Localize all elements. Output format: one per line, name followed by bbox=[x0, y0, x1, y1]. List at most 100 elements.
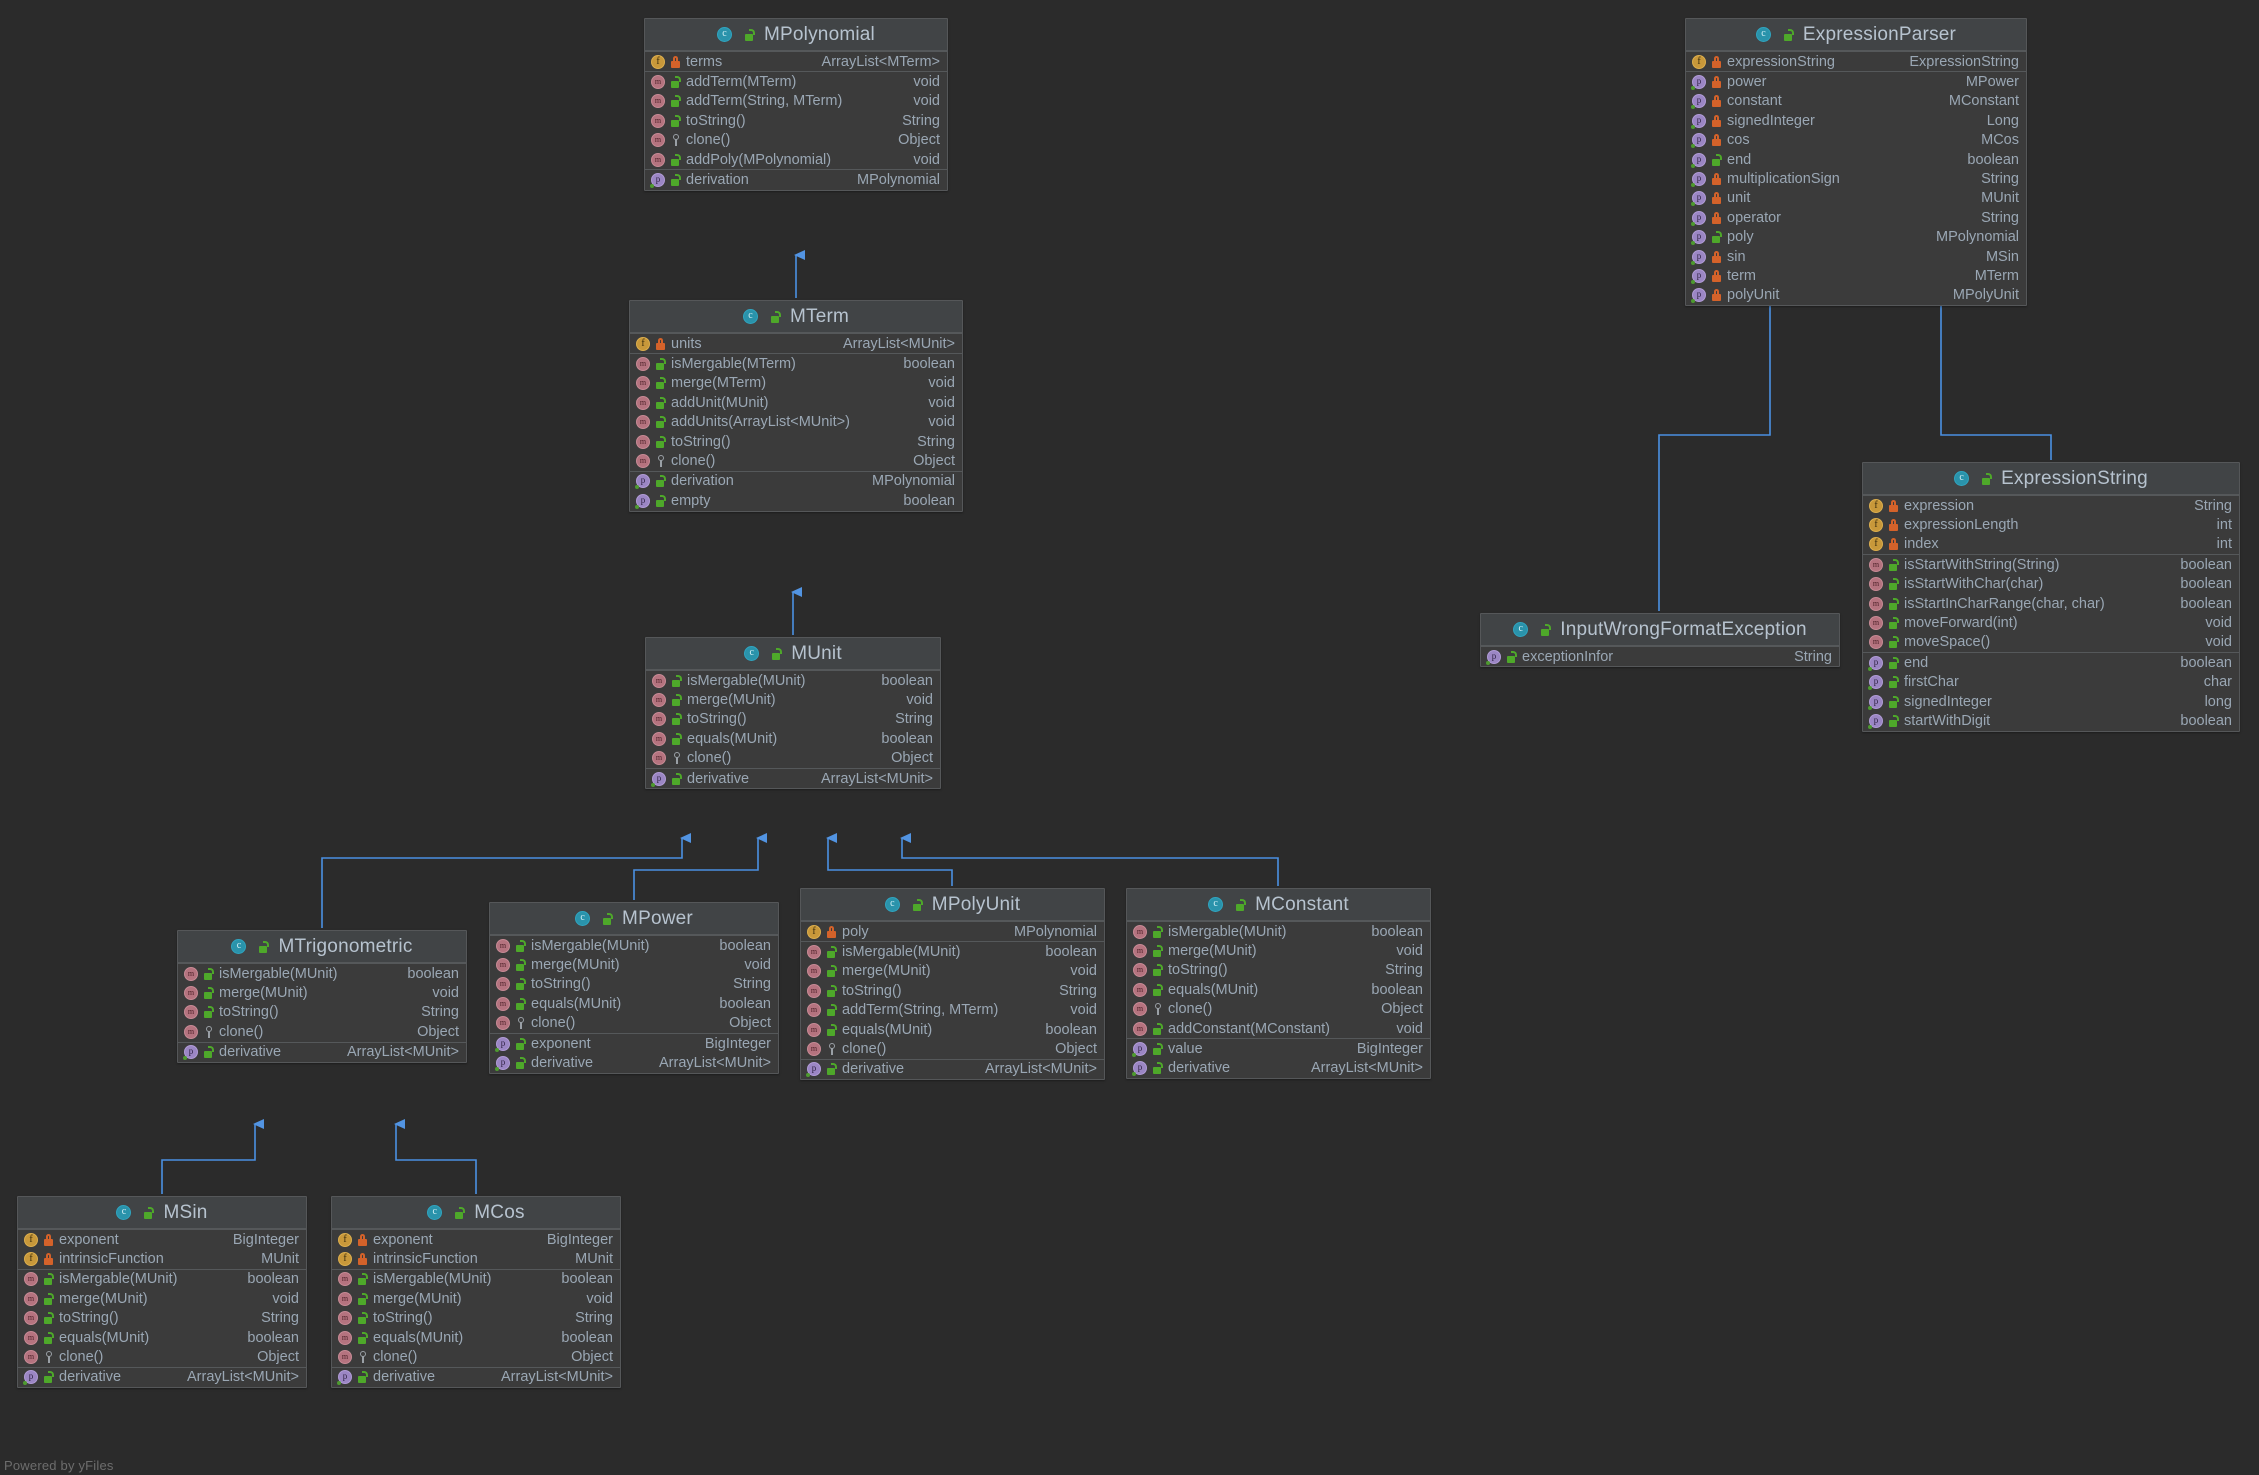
member-row[interactable]: power MPower bbox=[1686, 72, 2026, 91]
member-row[interactable]: toString() String bbox=[1127, 961, 1430, 980]
member-row[interactable]: expressionString ExpressionString bbox=[1686, 52, 2026, 71]
member-row[interactable]: units ArrayList<MUnit> bbox=[630, 334, 962, 353]
member-row[interactable]: signedInteger Long bbox=[1686, 111, 2026, 130]
member-row[interactable]: equals(MUnit) boolean bbox=[1127, 980, 1430, 999]
member-row[interactable]: toString() String bbox=[801, 981, 1104, 1000]
member-row[interactable]: isMergable(MUnit) boolean bbox=[332, 1270, 620, 1289]
uml-class-inputwrongformatexception[interactable]: InputWrongFormatException exceptionInfor S… bbox=[1480, 613, 1840, 668]
member-row[interactable]: equals(MUnit) boolean bbox=[332, 1328, 620, 1347]
member-row[interactable]: toString() String bbox=[178, 1003, 466, 1022]
member-row[interactable]: derivative ArrayList<MUnit> bbox=[490, 1053, 778, 1072]
member-row[interactable]: poly MPolynomial bbox=[801, 922, 1104, 941]
member-row[interactable]: index int bbox=[1863, 535, 2239, 554]
member-row[interactable]: isMergable(MUnit) boolean bbox=[1127, 922, 1430, 941]
class-header-expressionparser[interactable]: ExpressionParser bbox=[1686, 19, 2026, 51]
member-row[interactable]: clone() Object bbox=[646, 749, 940, 768]
member-row[interactable]: addTerm(String, MTerm) void bbox=[801, 1001, 1104, 1020]
member-row[interactable]: poly MPolynomial bbox=[1686, 228, 2026, 247]
member-row[interactable]: exponent BigInteger bbox=[490, 1034, 778, 1053]
member-row[interactable]: clone() Object bbox=[490, 1014, 778, 1033]
member-row[interactable]: addTerm(String, MTerm) void bbox=[645, 92, 947, 111]
member-row[interactable]: derivative ArrayList<MUnit> bbox=[801, 1060, 1104, 1079]
member-row[interactable]: value BigInteger bbox=[1127, 1039, 1430, 1058]
member-row[interactable]: equals(MUnit) boolean bbox=[646, 729, 940, 748]
class-header-mpolynomial[interactable]: MPolynomial bbox=[645, 19, 947, 51]
class-header-msin[interactable]: MSin bbox=[18, 1197, 306, 1229]
member-row[interactable]: polyUnit MPolyUnit bbox=[1686, 286, 2026, 305]
member-row[interactable]: multiplicationSign String bbox=[1686, 169, 2026, 188]
member-row[interactable]: derivation MPolynomial bbox=[630, 472, 962, 491]
class-header-mtrigonometric[interactable]: MTrigonometric bbox=[178, 931, 466, 963]
member-row[interactable]: startWithDigit boolean bbox=[1863, 711, 2239, 730]
class-header-inputwrongformatexception[interactable]: InputWrongFormatException bbox=[1481, 614, 1839, 646]
member-row[interactable]: derivative ArrayList<MUnit> bbox=[646, 769, 940, 788]
member-row[interactable]: derivative ArrayList<MUnit> bbox=[332, 1368, 620, 1387]
member-row[interactable]: terms ArrayList<MTerm> bbox=[645, 52, 947, 71]
member-row[interactable]: isMergable(MTerm) boolean bbox=[630, 354, 962, 373]
member-row[interactable]: isMergable(MUnit) boolean bbox=[178, 964, 466, 983]
uml-class-expressionstring[interactable]: ExpressionStringexpressionStringexpressi… bbox=[1862, 462, 2240, 732]
member-row[interactable]: isStartWithChar(char) boolean bbox=[1863, 575, 2239, 594]
member-row[interactable]: exceptionInfor String bbox=[1481, 647, 1839, 666]
member-row[interactable]: isStartWithString(String) boolean bbox=[1863, 555, 2239, 574]
uml-class-mconstant[interactable]: MConstantisMergable(MUnit)booleanmerge(M… bbox=[1126, 888, 1431, 1080]
member-row[interactable]: isMergable(MUnit) boolean bbox=[490, 936, 778, 955]
member-row[interactable]: merge(MUnit) void bbox=[1127, 941, 1430, 960]
member-row[interactable]: isStartInCharRange(char, char) boolean bbox=[1863, 594, 2239, 613]
member-row[interactable]: term MTerm bbox=[1686, 266, 2026, 285]
member-row[interactable]: isMergable(MUnit) boolean bbox=[18, 1270, 306, 1289]
member-row[interactable]: end boolean bbox=[1863, 653, 2239, 672]
member-row[interactable]: unit MUnit bbox=[1686, 189, 2026, 208]
member-row[interactable]: moveForward(int) void bbox=[1863, 613, 2239, 632]
member-row[interactable]: equals(MUnit) boolean bbox=[490, 994, 778, 1013]
member-row[interactable]: constant MConstant bbox=[1686, 92, 2026, 111]
uml-class-mcos[interactable]: MCos exponent BigInteger intrinsicFunction M… bbox=[331, 1196, 621, 1389]
member-row[interactable]: moveSpace() void bbox=[1863, 633, 2239, 652]
member-row[interactable]: addUnit(MUnit) void bbox=[630, 393, 962, 412]
member-row[interactable]: end boolean bbox=[1686, 150, 2026, 169]
class-header-munit[interactable]: MUnit bbox=[646, 638, 940, 670]
member-row[interactable]: exponent BigInteger bbox=[18, 1230, 306, 1249]
class-header-mterm[interactable]: MTerm bbox=[630, 301, 962, 333]
member-row[interactable]: empty boolean bbox=[630, 491, 962, 510]
member-row[interactable]: merge(MTerm) void bbox=[630, 374, 962, 393]
class-header-mcos[interactable]: MCos bbox=[332, 1197, 620, 1229]
member-row[interactable]: derivation MPolynomial bbox=[645, 170, 947, 189]
member-row[interactable]: clone() Object bbox=[630, 451, 962, 470]
member-row[interactable]: intrinsicFunction MUnit bbox=[332, 1249, 620, 1268]
member-row[interactable]: intrinsicFunction MUnit bbox=[18, 1249, 306, 1268]
member-row[interactable]: clone() Object bbox=[178, 1022, 466, 1041]
member-row[interactable]: toString() String bbox=[18, 1309, 306, 1328]
class-header-mconstant[interactable]: MConstant bbox=[1127, 889, 1430, 921]
member-row[interactable]: operator String bbox=[1686, 208, 2026, 227]
uml-class-mtrigonometric[interactable]: MTrigonometricisMergable(MUnit)booleanme… bbox=[177, 930, 467, 1063]
member-row[interactable]: equals(MUnit) boolean bbox=[18, 1328, 306, 1347]
uml-class-mpolyunit[interactable]: MPolyUnitpolyMPolynomialisMergable(MUnit… bbox=[800, 888, 1105, 1081]
class-header-mpower[interactable]: MPower bbox=[490, 903, 778, 935]
member-row[interactable]: addTerm(MTerm) void bbox=[645, 72, 947, 91]
member-row[interactable]: derivative ArrayList<MUnit> bbox=[178, 1043, 466, 1062]
member-row[interactable]: toString() String bbox=[490, 975, 778, 994]
member-row[interactable]: addPoly(MPolynomial) void bbox=[645, 150, 947, 169]
member-row[interactable]: isMergable(MUnit) boolean bbox=[801, 942, 1104, 961]
member-row[interactable]: sin MSin bbox=[1686, 247, 2026, 266]
member-row[interactable]: derivative ArrayList<MUnit> bbox=[1127, 1059, 1430, 1078]
member-row[interactable]: merge(MUnit) void bbox=[178, 983, 466, 1002]
member-row[interactable]: toString() String bbox=[646, 710, 940, 729]
member-row[interactable]: clone() Object bbox=[1127, 1000, 1430, 1019]
class-header-expressionstring[interactable]: ExpressionString bbox=[1863, 463, 2239, 495]
member-row[interactable]: toString() String bbox=[645, 111, 947, 130]
member-row[interactable]: toString() String bbox=[630, 432, 962, 451]
member-row[interactable]: merge(MUnit) void bbox=[490, 955, 778, 974]
member-row[interactable]: toString() String bbox=[332, 1309, 620, 1328]
member-row[interactable]: clone() Object bbox=[645, 131, 947, 150]
member-row[interactable]: expression String bbox=[1863, 496, 2239, 515]
member-row[interactable]: firstChar char bbox=[1863, 673, 2239, 692]
member-row[interactable]: isMergable(MUnit) boolean bbox=[646, 671, 940, 690]
member-row[interactable]: addUnits(ArrayList<MUnit>) void bbox=[630, 413, 962, 432]
member-row[interactable]: expressionLength int bbox=[1863, 515, 2239, 534]
member-row[interactable]: merge(MUnit) void bbox=[18, 1289, 306, 1308]
member-row[interactable]: equals(MUnit) boolean bbox=[801, 1020, 1104, 1039]
member-row[interactable]: clone() Object bbox=[332, 1347, 620, 1366]
uml-class-mterm[interactable]: MTermunitsArrayList<MUnit>isMergable(MTe… bbox=[629, 300, 963, 512]
